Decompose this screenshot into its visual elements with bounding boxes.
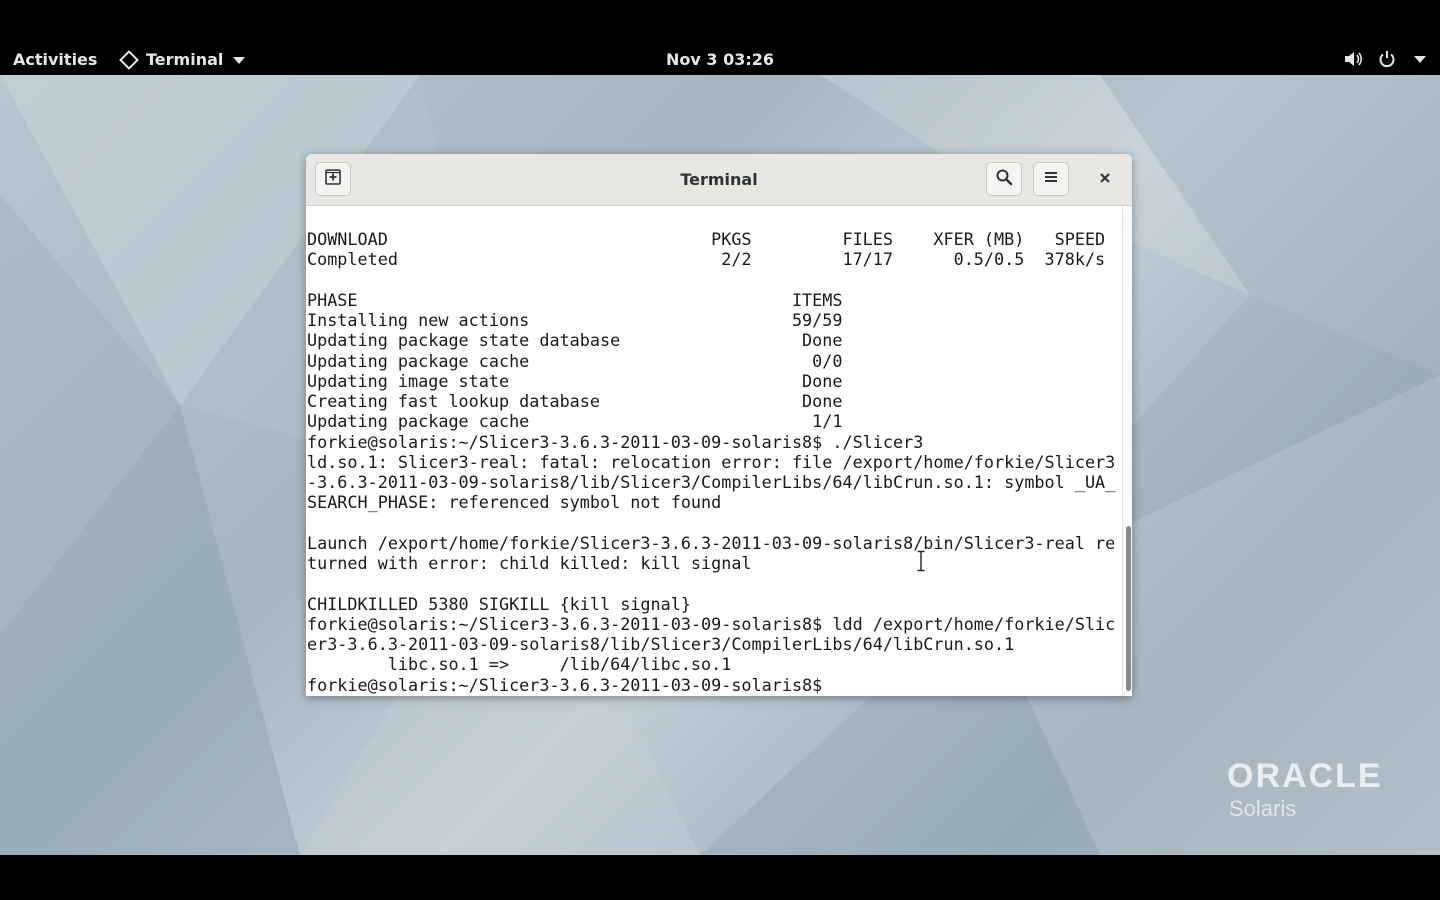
terminal-output[interactable]: DOWNLOAD PKGS FILES XFER (MB) SPEED Comp… xyxy=(306,206,1122,696)
hamburger-menu-icon xyxy=(1043,169,1059,189)
terminal-line: Creating fast lookup database Done xyxy=(307,391,843,411)
terminal-line: PHASE ITEMS xyxy=(307,289,843,310)
scrollbar[interactable] xyxy=(1122,206,1132,696)
terminal-line: Launch /export/home/forkie/Slicer3-3.6.3… xyxy=(307,532,1116,553)
volume-icon xyxy=(1344,50,1364,68)
terminal-text: DOWNLOAD PKGS FILES XFER (MB) SPEED Comp… xyxy=(307,206,1122,695)
terminal-line: Completed 2/2 17/17 0.5/0.5 378k/s xyxy=(307,249,1106,270)
terminal-line: ld.so.1: Slicer3-real: fatal: relocation… xyxy=(307,451,1116,472)
search-icon xyxy=(995,168,1013,190)
close-icon xyxy=(1098,170,1112,189)
brand-product: Solaris xyxy=(1229,796,1297,821)
search-button[interactable] xyxy=(986,162,1022,196)
menu-button[interactable] xyxy=(1033,162,1069,196)
terminal-line: forkie@solaris:~/Slicer3-3.6.3-2011-03-0… xyxy=(307,613,1116,634)
terminal-line: er3-3.6.3-2011-03-09-solaris8/lib/Slicer… xyxy=(307,634,1015,654)
terminal-line: Installing new actions 59/59 xyxy=(307,310,843,330)
terminal-line: Updating package cache 1/1 xyxy=(307,411,843,432)
terminal-line: Updating package state database Done xyxy=(307,330,843,351)
bottom-bar xyxy=(0,855,1440,900)
terminal-line: forkie@solaris:~/Slicer3-3.6.3-2011-03-0… xyxy=(307,674,833,695)
terminal-line: Updating image state Done xyxy=(307,370,843,391)
terminal-line: turned with error: child killed: kill si… xyxy=(307,553,752,573)
scrollbar-thumb[interactable] xyxy=(1126,526,1131,691)
terminal-line: DOWNLOAD PKGS FILES XFER (MB) SPEED xyxy=(307,229,1106,249)
header-bar[interactable]: Terminal xyxy=(306,154,1132,206)
terminal-line: SEARCH_PHASE: referenced symbol not foun… xyxy=(307,492,722,513)
top-bar: Activities Terminal Nov 3 03:26 xyxy=(0,0,1440,75)
chevron-down-icon xyxy=(1414,55,1426,63)
brand-name: ORACLE xyxy=(1227,757,1383,795)
terminal-line: forkie@solaris:~/Slicer3-3.6.3-2011-03-0… xyxy=(307,431,924,452)
oracle-solaris-logo: ORACLE Solaris xyxy=(1227,758,1383,822)
terminal-window[interactable]: Terminal DOWNLOAD PKGS FILES XFER (MB) S… xyxy=(306,154,1132,696)
terminal-line: -3.6.3-2011-03-09-solaris8/lib/Slicer3/C… xyxy=(307,472,1116,492)
terminal-line: CHILDKILLED 5380 SIGKILL {kill signal} xyxy=(307,593,691,614)
close-button[interactable] xyxy=(1087,162,1123,196)
terminal-line: Updating package cache 0/0 xyxy=(307,350,843,371)
clock[interactable]: Nov 3 03:26 xyxy=(0,50,1440,70)
screen: Activities Terminal Nov 3 03:26 ORACLE S… xyxy=(0,0,1440,900)
text-cursor-icon xyxy=(917,550,925,572)
terminal-line: libc.so.1 => /lib/64/libc.so.1 xyxy=(307,654,732,675)
system-status-menu[interactable] xyxy=(1344,50,1426,68)
power-icon xyxy=(1378,50,1396,68)
